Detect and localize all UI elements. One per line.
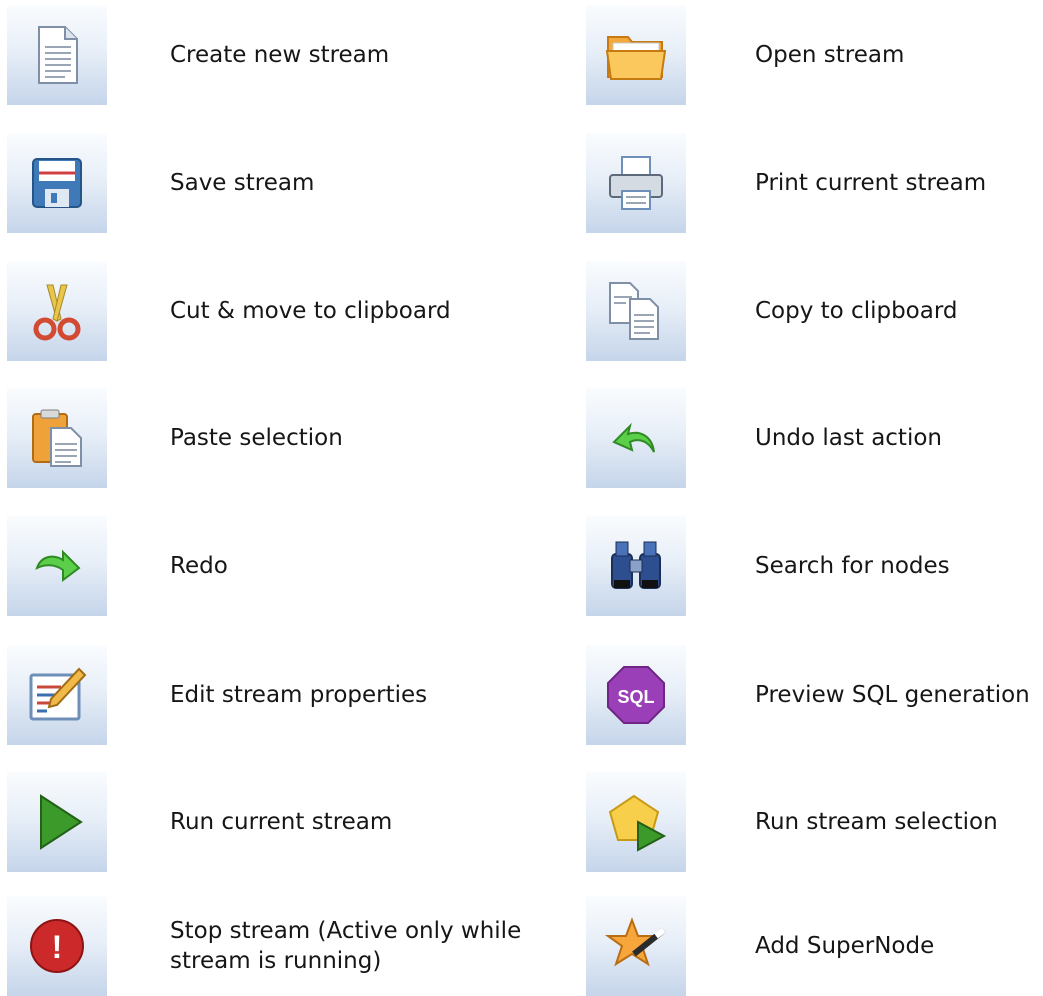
cut-button[interactable] — [7, 261, 107, 361]
stop-icon-text: ! — [52, 929, 63, 965]
binoculars-icon — [611, 541, 661, 589]
legend-item-search: Search for nodes — [586, 511, 1043, 616]
undo-button[interactable] — [586, 388, 686, 488]
legend-row: Edit stream properties SQL Preview SQL g… — [0, 640, 1043, 745]
legend-row: Create new stream Open stream — [0, 0, 1043, 105]
stop-stream-label: Stop stream (Active only while stream is… — [170, 918, 522, 974]
stop-alert-icon: ! — [30, 919, 84, 973]
printer-icon — [609, 156, 663, 210]
edit-properties-label: Edit stream properties — [170, 682, 428, 708]
paste-label: Paste selection — [170, 425, 343, 451]
legend-row: Cut & move to clipboard Copy to clipboar… — [0, 256, 1043, 361]
add-supernode-button[interactable] — [586, 896, 686, 996]
legend-item-save-stream: Save stream — [7, 128, 527, 233]
legend-row: Paste selection Undo last action — [0, 383, 1043, 488]
copy-label: Copy to clipboard — [755, 298, 958, 324]
search-nodes-button[interactable] — [586, 516, 686, 616]
run-selection-icon — [608, 794, 667, 852]
paste-button[interactable] — [7, 388, 107, 488]
legend-item-copy: Copy to clipboard — [586, 256, 1043, 361]
run-selection-button[interactable] — [586, 772, 686, 872]
copy-icon — [609, 282, 659, 340]
stop-stream-button[interactable]: ! — [7, 896, 107, 996]
sql-icon-text: SQL — [617, 687, 654, 707]
legend-item-cut: Cut & move to clipboard — [7, 256, 527, 361]
save-stream-label: Save stream — [170, 170, 315, 196]
toolbar-legend: Create new stream Open stream Save strea… — [0, 0, 1043, 996]
copy-button[interactable] — [586, 261, 686, 361]
open-stream-label: Open stream — [755, 42, 905, 68]
new-stream-label: Create new stream — [170, 42, 390, 68]
scissors-icon — [33, 284, 81, 341]
paste-icon — [32, 409, 82, 467]
legend-item-paste: Paste selection — [7, 383, 527, 488]
save-stream-button[interactable] — [7, 133, 107, 233]
legend-item-run-selection: Run stream selection — [586, 767, 1043, 872]
search-label: Search for nodes — [755, 553, 950, 579]
run-stream-label: Run current stream — [170, 809, 393, 835]
legend-row: Run current stream Run stream selection — [0, 767, 1043, 872]
undo-label: Undo last action — [755, 425, 942, 451]
undo-arrow-icon — [612, 422, 655, 453]
legend-row: Save stream Print current stream — [0, 128, 1043, 233]
open-stream-button[interactable] — [586, 5, 686, 105]
legend-item-print-stream: Print current stream — [586, 128, 1043, 233]
open-folder-icon — [605, 36, 667, 80]
preview-sql-label: Preview SQL generation — [755, 682, 1030, 708]
sql-icon: SQL — [607, 666, 665, 724]
legend-item-add-supernode: Add SuperNode — [586, 891, 1043, 996]
floppy-disk-icon — [32, 158, 82, 208]
redo-label: Redo — [170, 553, 228, 579]
print-stream-label: Print current stream — [755, 170, 987, 196]
new-stream-button[interactable] — [7, 5, 107, 105]
redo-arrow-icon — [35, 549, 81, 582]
legend-item-preview-sql: SQL Preview SQL generation — [586, 640, 1043, 745]
new-document-icon — [38, 26, 78, 84]
legend-item-undo: Undo last action — [586, 383, 1043, 488]
run-stream-button[interactable] — [7, 772, 107, 872]
edit-properties-icon — [29, 667, 87, 721]
play-icon — [40, 794, 83, 850]
cut-label: Cut & move to clipboard — [170, 298, 451, 324]
edit-properties-button[interactable] — [7, 645, 107, 745]
legend-item-new-stream: Create new stream — [7, 0, 527, 105]
print-stream-button[interactable] — [586, 133, 686, 233]
legend-row: ! Stop stream (Active only while stream … — [0, 891, 1043, 996]
add-supernode-label: Add SuperNode — [755, 933, 935, 959]
preview-sql-button[interactable]: SQL — [586, 645, 686, 745]
legend-item-open-stream: Open stream — [586, 0, 1043, 105]
legend-item-run-stream: Run current stream — [7, 767, 527, 872]
legend-item-stop-stream: ! Stop stream (Active only while stream … — [7, 891, 527, 996]
legend-item-redo: Redo — [7, 511, 527, 616]
legend-item-edit-properties: Edit stream properties — [7, 640, 527, 745]
star-wand-icon — [604, 917, 666, 967]
legend-row: Redo Search for nodes — [0, 511, 1043, 616]
run-selection-label: Run stream selection — [755, 809, 998, 835]
redo-button[interactable] — [7, 516, 107, 616]
